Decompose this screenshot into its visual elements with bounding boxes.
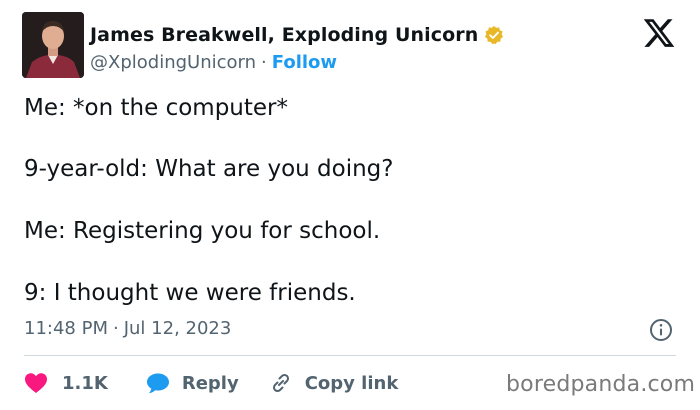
avatar-photo bbox=[22, 12, 84, 78]
like-button[interactable]: 1.1K bbox=[24, 372, 108, 394]
verified-badge-icon bbox=[485, 25, 504, 45]
author-name[interactable]: James Breakwell, Exploding Unicorn bbox=[90, 24, 478, 46]
divider bbox=[24, 355, 676, 356]
copy-link-label: Copy link bbox=[304, 372, 399, 394]
link-icon bbox=[272, 373, 289, 393]
like-count: 1.1K bbox=[62, 372, 108, 394]
tweet-header: James Breakwell, Exploding Unicorn @Xplo… bbox=[90, 22, 504, 73]
info-icon[interactable] bbox=[649, 318, 673, 342]
tweet-time: 11:48 PM bbox=[24, 318, 108, 339]
copy-link-button[interactable]: Copy link bbox=[269, 371, 399, 395]
heart-icon bbox=[25, 373, 47, 393]
author-handle-row: @XplodingUnicorn · Follow bbox=[90, 52, 504, 73]
handle-separator: · bbox=[261, 52, 267, 73]
tweet-text-line: Me: *on the computer* bbox=[24, 95, 288, 121]
watermark-text: boredpanda.com bbox=[506, 372, 696, 397]
tweet-text-line: 9: I thought we were friends. bbox=[24, 280, 356, 306]
timestamp-separator: · bbox=[112, 318, 119, 339]
tweet-actions: 1.1K Reply Copy link bbox=[24, 368, 398, 398]
speech-bubble-icon bbox=[146, 373, 169, 393]
tweet-text-line: 9-year-old: What are you doing? bbox=[24, 156, 394, 182]
reply-button[interactable]: Reply bbox=[146, 372, 239, 394]
avatar[interactable] bbox=[22, 12, 84, 78]
reply-label: Reply bbox=[181, 372, 239, 394]
tweet-timestamp[interactable]: 11:48 PM · Jul 12, 2023 bbox=[24, 318, 231, 339]
tweet-text-line: Me: Registering you for school. bbox=[24, 218, 381, 244]
author-name-row: James Breakwell, Exploding Unicorn bbox=[90, 22, 504, 48]
tweet-date: Jul 12, 2023 bbox=[123, 318, 232, 339]
author-handle[interactable]: @XplodingUnicorn bbox=[90, 52, 256, 73]
follow-button[interactable]: Follow bbox=[272, 52, 337, 73]
x-logo-icon[interactable] bbox=[642, 16, 676, 50]
